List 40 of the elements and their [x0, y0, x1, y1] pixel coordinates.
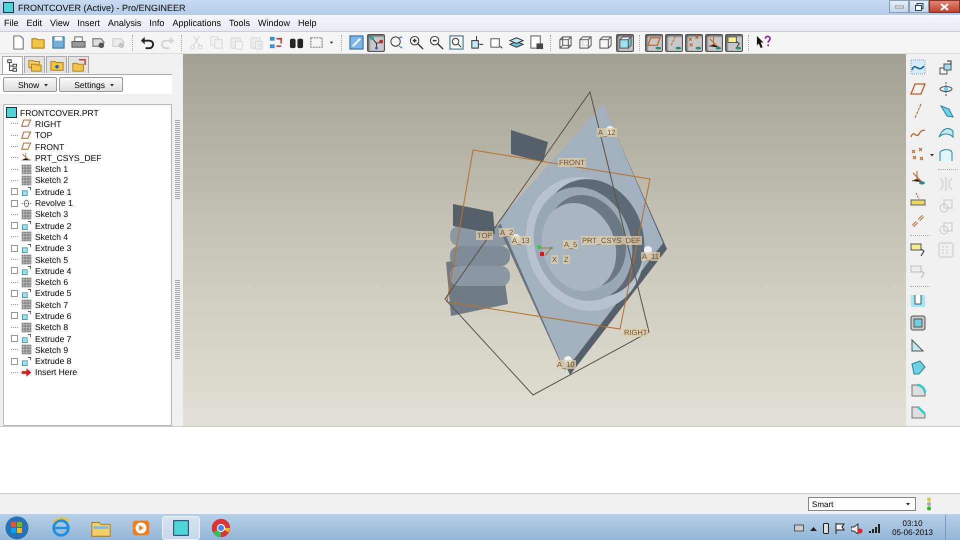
- tree-item[interactable]: Extrude 4: [35, 266, 72, 276]
- clock-time: 03:10: [902, 519, 923, 528]
- menu-item[interactable]: Analysis: [104, 18, 146, 28]
- menu-item[interactable]: Insert: [73, 18, 104, 28]
- tree-item[interactable]: Sketch 6: [35, 277, 68, 288]
- tree-item[interactable]: TOP: [35, 130, 52, 140]
- tree-item[interactable]: Extrude 3: [35, 243, 72, 254]
- tree-item[interactable]: Insert Here: [35, 367, 78, 378]
- menu-item[interactable]: Help: [294, 18, 321, 28]
- tree-item[interactable]: Sketch 5: [35, 254, 68, 264]
- menu-item[interactable]: Info: [145, 18, 168, 28]
- tree-item[interactable]: Extrude 6: [35, 310, 72, 321]
- selection-filter[interactable]: Smart: [808, 497, 916, 511]
- menu-item[interactable]: Window: [254, 18, 294, 28]
- tree-item[interactable]: Sketch 7: [35, 300, 68, 310]
- tree-item[interactable]: Extrude 2: [35, 220, 72, 231]
- tree-item[interactable]: Sketch 9: [35, 344, 68, 355]
- dropdown-button[interactable]: Settings: [59, 77, 123, 92]
- tree-item[interactable]: Sketch 2: [35, 175, 68, 186]
- tree-item[interactable]: Extrude 5: [35, 288, 72, 298]
- tree-item[interactable]: Extrude 7: [35, 334, 72, 344]
- clock-date: 05-06-2013: [892, 528, 933, 537]
- tree-item[interactable]: Extrude 1: [35, 186, 72, 197]
- dropdown-button[interactable]: Show: [3, 77, 58, 92]
- tree-item[interactable]: Sketch 4: [35, 232, 68, 242]
- tree-item[interactable]: Sketch 3: [35, 209, 68, 220]
- menu-item[interactable]: Edit: [22, 18, 46, 28]
- tree-item[interactable]: PRT_CSYS_DEF: [35, 152, 102, 163]
- tree-item[interactable]: Sketch 1: [35, 164, 68, 174]
- window-title: FRONTCOVER (Active) - Pro/ENGINEER: [18, 2, 186, 12]
- menu-item[interactable]: Tools: [224, 18, 254, 28]
- tree-item[interactable]: FRONT: [35, 142, 64, 152]
- menu-item[interactable]: File: [0, 18, 23, 28]
- menu-item[interactable]: View: [46, 18, 74, 28]
- tree-item[interactable]: Sketch 8: [35, 322, 68, 332]
- tree-item[interactable]: FRONTCOVER.PRT: [20, 108, 99, 118]
- menu-item[interactable]: Applications: [168, 18, 225, 28]
- tree-item[interactable]: RIGHT: [35, 118, 62, 129]
- tree-item[interactable]: Extrude 8: [35, 356, 72, 366]
- tree-item[interactable]: Revolve 1: [35, 198, 73, 208]
